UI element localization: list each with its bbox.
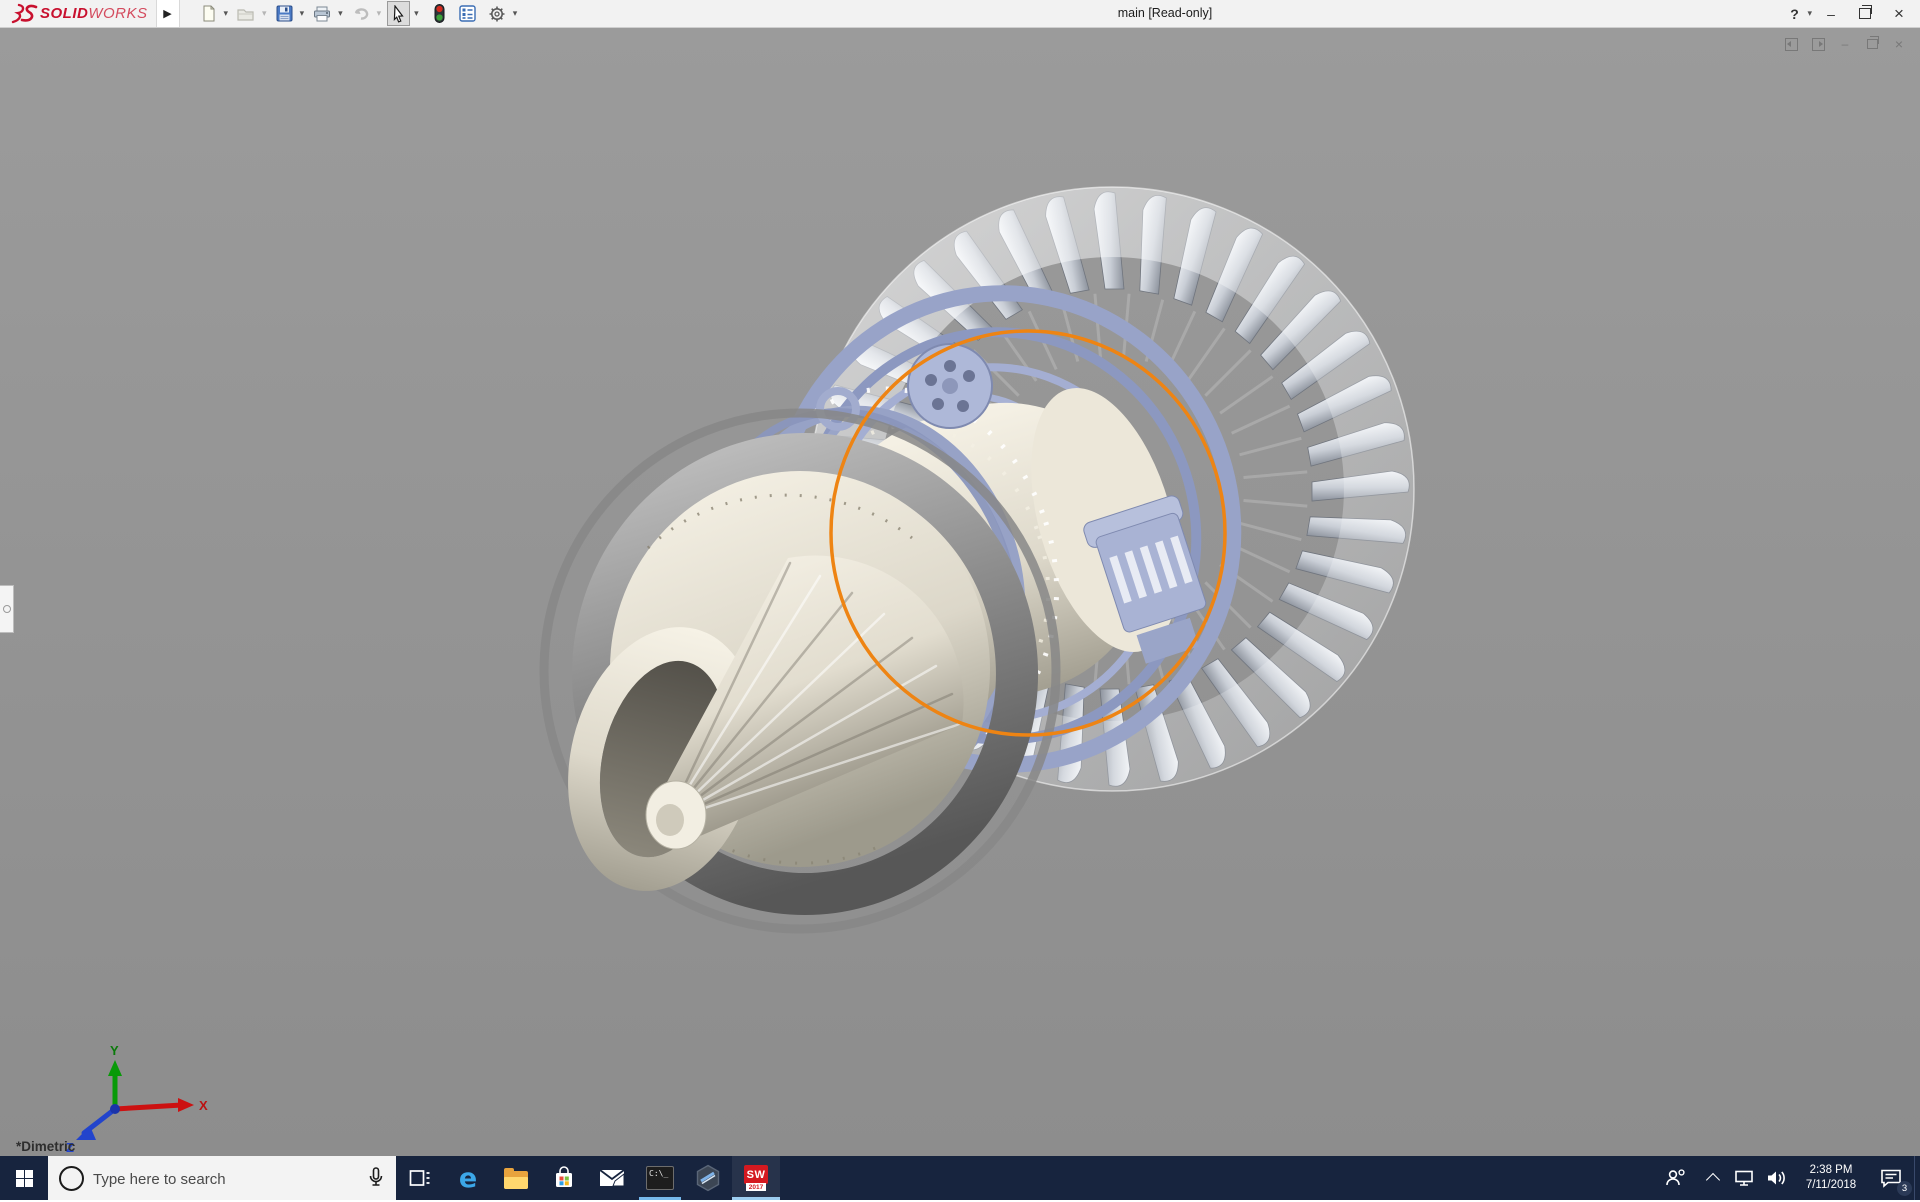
undo-button[interactable] <box>349 1 373 26</box>
system-tray: 2:38 PM 7/11/2018 3 <box>1654 1156 1920 1200</box>
volume-button[interactable] <box>1760 1156 1794 1200</box>
new-document-icon <box>201 5 217 22</box>
save-dropdown[interactable]: ▾ <box>300 8 305 19</box>
flyout-arrow-icon: ▶ <box>163 7 171 20</box>
hexagon-app-icon <box>695 1164 721 1192</box>
edge-icon: e <box>459 1163 477 1194</box>
solidworks-app-icon: SW 2017 <box>743 1165 769 1191</box>
people-button[interactable] <box>1654 1156 1698 1200</box>
chevron-up-icon <box>1706 1173 1720 1187</box>
network-button[interactable] <box>1728 1156 1760 1200</box>
task-view-button[interactable] <box>396 1156 444 1200</box>
taskbar-app-solidworks[interactable]: SW 2017 <box>732 1156 780 1200</box>
tray-date: 7/11/2018 <box>1806 1178 1856 1193</box>
titlebar: SOLIDWORKS ▶ ▾ ▾ <box>0 0 1920 28</box>
engine-3d-model[interactable]: Y X Z <box>0 28 1920 1156</box>
close-button[interactable]: × <box>1884 2 1914 26</box>
panel-tab-dot-icon <box>3 605 11 613</box>
orientation-triad: Y X Z <box>66 1043 208 1155</box>
start-button[interactable] <box>0 1156 48 1200</box>
child-close-button[interactable]: × <box>1890 36 1908 52</box>
child-restore-button[interactable] <box>1863 36 1881 52</box>
open-dropdown[interactable]: ▾ <box>262 8 267 19</box>
options-dropdown[interactable]: ▾ <box>513 8 518 19</box>
traffic-light-button[interactable] <box>431 1 448 26</box>
taskbar-app-file-explorer[interactable] <box>492 1156 540 1200</box>
action-center-button[interactable]: 3 <box>1868 1156 1914 1200</box>
people-icon <box>1665 1168 1687 1188</box>
child-window-controls: – × <box>1782 36 1908 52</box>
file-explorer-icon <box>504 1171 528 1189</box>
menu-flyout-button[interactable]: ▶ <box>156 0 180 27</box>
cortana-icon <box>59 1166 84 1191</box>
open-folder-icon <box>237 6 255 22</box>
mail-icon <box>599 1168 625 1188</box>
new-document-button[interactable] <box>198 1 220 26</box>
properties-list-button[interactable] <box>456 1 479 26</box>
child-restore-icon <box>1867 39 1878 49</box>
taskbar-app-command-prompt[interactable]: C:\_ <box>636 1156 684 1200</box>
undo-icon <box>352 6 370 21</box>
select-cursor-icon <box>390 5 407 23</box>
document-title: main [Read-only] <box>1085 0 1245 27</box>
minimize-button[interactable]: – <box>1816 2 1846 26</box>
undo-dropdown[interactable]: ▾ <box>377 8 382 19</box>
print-icon <box>313 6 331 22</box>
view-orientation-label: *Dimetric <box>16 1139 75 1154</box>
taskbar-app-store[interactable] <box>540 1156 588 1200</box>
microphone-icon[interactable] <box>368 1167 384 1194</box>
help-dropdown[interactable]: ▾ <box>1807 8 1812 19</box>
windows-logo-icon <box>16 1170 33 1187</box>
child-minimize-button[interactable]: – <box>1836 36 1854 52</box>
solidworks-logo-glyph <box>10 3 40 25</box>
triad-x-label: X <box>199 1098 208 1113</box>
pane-right-icon <box>1812 38 1825 51</box>
taskbar-search[interactable] <box>48 1156 396 1200</box>
solidworks-logo: SOLIDWORKS <box>0 0 156 27</box>
solidworks-window: SOLIDWORKS ▶ ▾ ▾ <box>0 0 1920 1200</box>
restore-icon <box>1859 8 1871 19</box>
window-controls: ? ▾ – × <box>1779 0 1914 27</box>
select-tool-button[interactable] <box>387 1 410 26</box>
panel-collapse-tab[interactable] <box>0 585 14 633</box>
tray-overflow-button[interactable] <box>1698 1156 1728 1200</box>
help-button[interactable]: ? <box>1779 2 1809 26</box>
traffic-light-icon <box>434 4 445 23</box>
quick-toolbar: ▾ ▾ ▾ <box>198 1 522 26</box>
taskbar-app-mail[interactable] <box>588 1156 636 1200</box>
show-desktop-button[interactable] <box>1914 1156 1920 1200</box>
tray-time: 2:38 PM <box>1810 1163 1853 1178</box>
save-button[interactable] <box>273 1 296 26</box>
store-icon <box>552 1166 576 1190</box>
cone-tip-hole <box>656 804 684 836</box>
pane-right-button[interactable] <box>1809 36 1827 52</box>
restore-button[interactable] <box>1850 2 1880 26</box>
pane-left-icon <box>1785 38 1798 51</box>
pane-left-button[interactable] <box>1782 36 1800 52</box>
new-dropdown[interactable]: ▾ <box>224 8 229 19</box>
print-button[interactable] <box>310 1 334 26</box>
command-prompt-icon: C:\_ <box>646 1166 674 1190</box>
notification-badge: 3 <box>1897 1181 1912 1196</box>
print-dropdown[interactable]: ▾ <box>338 8 343 19</box>
graphics-viewport[interactable]: Y X Z – × *Dimetric <box>0 28 1920 1156</box>
taskbar-app-edge[interactable]: e <box>444 1156 492 1200</box>
options-button[interactable] <box>485 1 509 26</box>
brand-text: SOLIDWORKS <box>40 5 148 22</box>
network-icon <box>1734 1169 1754 1187</box>
select-dropdown[interactable]: ▾ <box>414 8 419 19</box>
open-button[interactable] <box>234 1 258 26</box>
properties-list-icon <box>459 5 476 22</box>
bolt-flange <box>908 344 992 428</box>
speaker-icon <box>1766 1169 1788 1187</box>
save-floppy-icon <box>276 5 293 22</box>
triad-y-label: Y <box>110 1043 119 1058</box>
options-gear-icon <box>488 5 506 23</box>
task-view-icon <box>409 1167 431 1189</box>
search-input[interactable] <box>91 1156 355 1202</box>
taskbar: e C:\_ <box>0 1156 1920 1200</box>
taskbar-app-hexagon[interactable] <box>684 1156 732 1200</box>
clock[interactable]: 2:38 PM 7/11/2018 <box>1794 1156 1868 1200</box>
